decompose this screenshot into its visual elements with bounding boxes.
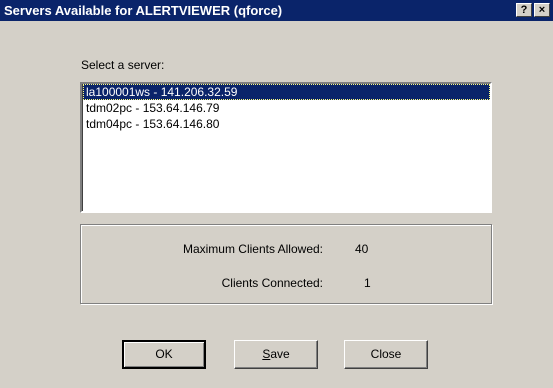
- ok-button-label: OK: [155, 347, 173, 361]
- title-bar[interactable]: Servers Available for ALERTVIEWER (qforc…: [0, 0, 553, 21]
- close-button[interactable]: Close: [344, 340, 428, 369]
- clients-connected-label: Clients Connected:: [221, 276, 323, 290]
- save-button-label: ave: [270, 347, 290, 361]
- max-clients-label: Maximum Clients Allowed:: [182, 242, 323, 256]
- server-list-item[interactable]: la100001ws - 141.206.32.59: [83, 84, 490, 100]
- save-button[interactable]: Save: [234, 340, 318, 369]
- help-button[interactable]: ?: [516, 3, 532, 17]
- server-list-item[interactable]: tdm02pc - 153.64.146.79: [83, 100, 490, 116]
- select-server-label: Select a server:: [81, 58, 165, 72]
- ok-button[interactable]: OK: [122, 340, 206, 369]
- server-listbox[interactable]: la100001ws - 141.206.32.59 tdm02pc - 153…: [80, 82, 492, 213]
- close-button-label: Close: [370, 347, 402, 361]
- dialog-window: Servers Available for ALERTVIEWER (qforc…: [0, 0, 553, 388]
- window-title: Servers Available for ALERTVIEWER (qforc…: [4, 3, 283, 18]
- max-clients-value: 40: [355, 242, 369, 256]
- close-window-button[interactable]: ×: [534, 3, 550, 17]
- close-icon: ×: [538, 4, 546, 16]
- server-list-item[interactable]: tdm04pc - 153.64.146.80: [83, 116, 490, 132]
- clients-connected-value: 1: [364, 276, 371, 290]
- client-info-group: Maximum Clients Allowed: 40 Clients Conn…: [80, 224, 492, 304]
- help-icon: ?: [520, 4, 528, 16]
